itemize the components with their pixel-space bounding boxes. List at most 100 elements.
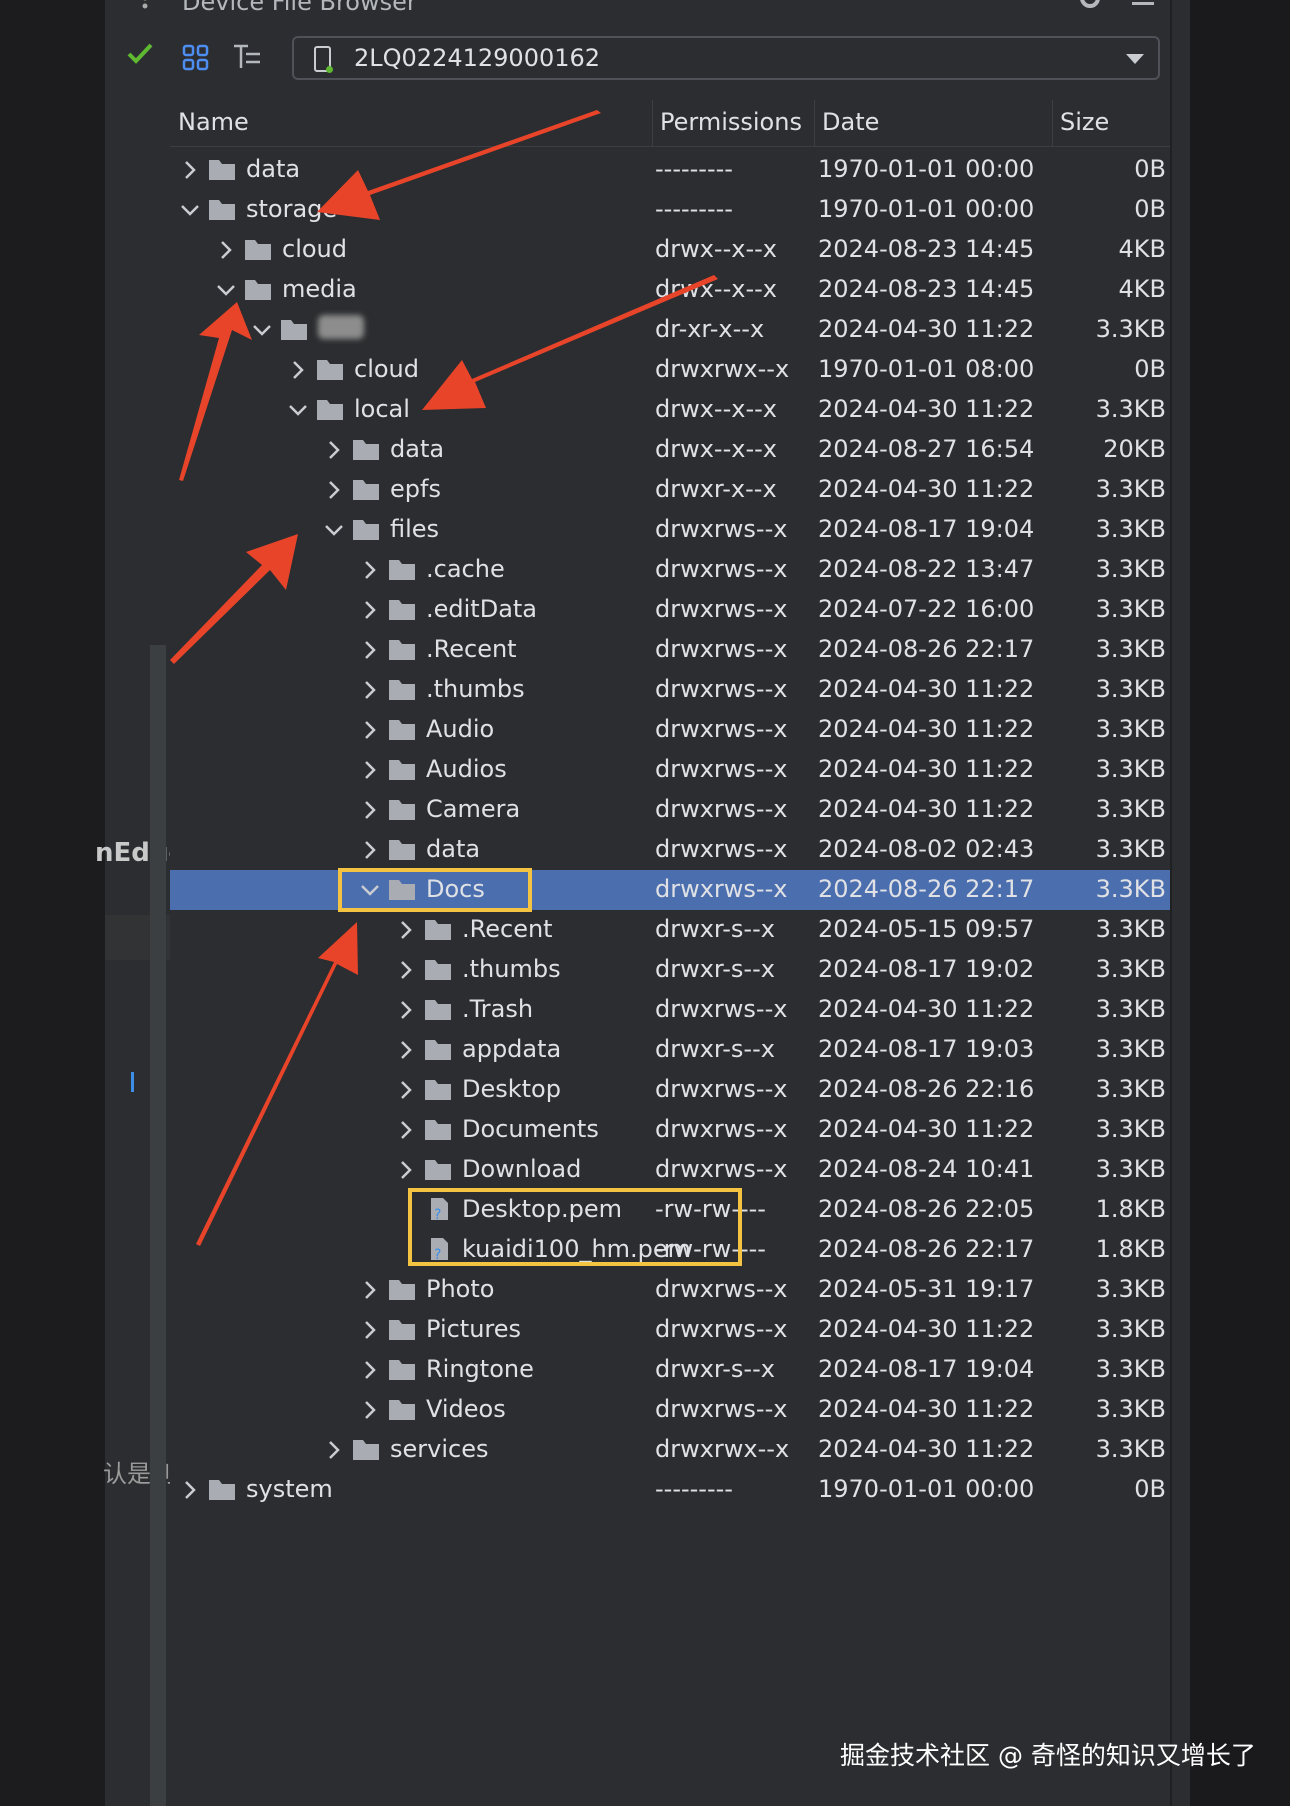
folder-icon (388, 597, 416, 621)
item-date: 2024-04-30 11:22 (818, 1395, 1035, 1423)
chevron-right-icon[interactable] (358, 758, 382, 782)
chevron-right-icon[interactable] (394, 1118, 418, 1142)
column-header-size[interactable]: Size (1060, 108, 1109, 136)
right-tool-strip (1170, 0, 1192, 1806)
chevron-right-icon[interactable] (178, 158, 202, 182)
chevron-right-icon[interactable] (358, 798, 382, 822)
item-name: data (390, 435, 445, 463)
column-divider[interactable] (652, 100, 653, 146)
folder-row[interactable]: Pictures drwxrws--x 2024-04-30 11:22 3.3KB (170, 1310, 1170, 1350)
folder-row[interactable]: media drwx--x--x 2024-08-23 14:45 4KB (170, 270, 1170, 310)
chevron-right-icon[interactable] (286, 358, 310, 382)
chevron-right-icon[interactable] (394, 958, 418, 982)
folder-row[interactable]: appdata drwxr-s--x 2024-08-17 19:03 3.3KB (170, 1030, 1170, 1070)
folder-row[interactable]: Videos drwxrws--x 2024-04-30 11:22 3.3KB (170, 1390, 1170, 1430)
folder-row[interactable]: .cache drwxrws--x 2024-08-22 13:47 3.3KB (170, 550, 1170, 590)
settings-gear-icon[interactable] (1078, 0, 1102, 12)
item-size: 0B (1134, 1475, 1166, 1503)
chevron-right-icon[interactable] (394, 1158, 418, 1182)
folder-row[interactable]: Download drwxrws--x 2024-08-24 10:41 3.3KB (170, 1150, 1170, 1190)
item-name: epfs (390, 475, 441, 503)
folder-row[interactable]: .thumbs drwxrws--x 2024-04-30 11:22 3.3KB (170, 670, 1170, 710)
chevron-down-icon[interactable] (214, 278, 238, 302)
folder-row[interactable]: Documents drwxrws--x 2024-04-30 11:22 3.3KB (170, 1110, 1170, 1150)
watermark: 掘金技术社区 @ 奇怪的知识又增长了 (840, 1741, 1256, 1770)
folder-row[interactable]: .thumbs drwxr-s--x 2024-08-17 19:02 3.3KB (170, 950, 1170, 990)
chevron-right-icon[interactable] (358, 558, 382, 582)
item-permissions: drwxrws--x (655, 1395, 788, 1423)
folder-row[interactable]: Photo drwxrws--x 2024-05-31 19:17 3.3KB (170, 1270, 1170, 1310)
folder-row[interactable]: data drwx--x--x 2024-08-27 16:54 20KB (170, 430, 1170, 470)
column-header-name[interactable]: Name (178, 108, 249, 136)
chevron-right-icon[interactable] (358, 1318, 382, 1342)
item-name: Camera (426, 795, 521, 823)
folder-row[interactable]: cloud drwxrwx--x 1970-01-01 08:00 0B (170, 350, 1170, 390)
folder-row[interactable]: files drwxrws--x 2024-08-17 19:04 3.3KB (170, 510, 1170, 550)
chevron-right-icon[interactable] (178, 1478, 202, 1502)
chevron-right-icon[interactable] (358, 638, 382, 662)
chevron-right-icon[interactable] (322, 478, 346, 502)
folder-row[interactable]: Audio drwxrws--x 2024-04-30 11:22 3.3KB (170, 710, 1170, 750)
folder-row[interactable]: .editData drwxrws--x 2024-07-22 16:00 3.3KB (170, 590, 1170, 630)
folder-icon (388, 757, 416, 781)
chevron-right-icon[interactable] (358, 678, 382, 702)
chevron-right-icon[interactable] (394, 918, 418, 942)
item-date: 2024-07-22 16:00 (818, 595, 1035, 623)
column-divider[interactable] (1052, 100, 1053, 146)
folder-row[interactable]: Camera drwxrws--x 2024-04-30 11:22 3.3KB (170, 790, 1170, 830)
chevron-down-icon[interactable] (322, 518, 346, 542)
chevron-right-icon[interactable] (322, 438, 346, 462)
folder-row[interactable]: .Recent drwxr-s--x 2024-05-15 09:57 3.3KB (170, 910, 1170, 950)
chevron-down-icon[interactable] (250, 318, 274, 342)
chevron-right-icon[interactable] (322, 1438, 346, 1462)
chevron-right-icon[interactable] (358, 598, 382, 622)
folder-row[interactable]: dr-xr-x--x 2024-04-30 11:22 3.3KB (170, 310, 1170, 350)
folder-row[interactable]: cloud drwx--x--x 2024-08-23 14:45 4KB (170, 230, 1170, 270)
chevron-down-icon[interactable] (178, 198, 202, 222)
folder-row[interactable]: services drwxrwx--x 2024-04-30 11:22 3.3KB (170, 1430, 1170, 1470)
chevron-down-icon[interactable] (286, 398, 310, 422)
folder-icon (316, 357, 344, 381)
item-date: 2024-05-15 09:57 (818, 915, 1035, 943)
folder-icon (388, 1397, 416, 1421)
chevron-right-icon[interactable] (358, 1278, 382, 1302)
folder-row[interactable]: Desktop drwxrws--x 2024-08-26 22:16 3.3KB (170, 1070, 1170, 1110)
device-selector[interactable]: 2LQ0224129000162 (292, 36, 1160, 80)
highlight-box-pem-files (408, 1188, 742, 1266)
column-header-date[interactable]: Date (822, 108, 879, 136)
chevron-right-icon[interactable] (394, 1038, 418, 1062)
panel-title: Device File Browser (182, 0, 417, 16)
folder-row[interactable]: data drwxrws--x 2024-08-02 02:43 3.3KB (170, 830, 1170, 870)
folder-row[interactable]: system --------- 1970-01-01 00:00 0B (170, 1470, 1170, 1510)
item-date: 2024-08-23 14:45 (818, 235, 1035, 263)
online-status-dot (326, 66, 333, 73)
strip-scrollbar[interactable] (150, 645, 166, 1806)
folder-row[interactable]: local drwx--x--x 2024-04-30 11:22 3.3KB (170, 390, 1170, 430)
folder-row[interactable]: Ringtone drwxr-s--x 2024-08-17 19:04 3.3KB (170, 1350, 1170, 1390)
folder-row[interactable]: Audios drwxrws--x 2024-04-30 11:22 3.3KB (170, 750, 1170, 790)
folder-row[interactable]: epfs drwxr-x--x 2024-04-30 11:22 3.3KB (170, 470, 1170, 510)
grid-view-icon[interactable] (182, 44, 210, 72)
chevron-right-icon[interactable] (394, 998, 418, 1022)
chevron-right-icon[interactable] (394, 1078, 418, 1102)
folder-row[interactable]: Docs drwxrws--x 2024-08-26 22:17 3.3KB (170, 870, 1170, 910)
chevron-right-icon[interactable] (358, 1358, 382, 1382)
folder-row[interactable]: .Trash drwxrws--x 2024-04-30 11:22 3.3KB (170, 990, 1170, 1030)
folder-row[interactable]: storage --------- 1970-01-01 00:00 0B (170, 190, 1170, 230)
minimize-icon[interactable] (1132, 2, 1154, 5)
chevron-right-icon[interactable] (358, 718, 382, 742)
chevron-right-icon[interactable] (358, 838, 382, 862)
item-size: 1.8KB (1095, 1235, 1166, 1263)
folder-icon (352, 1437, 380, 1461)
column-divider[interactable] (814, 100, 815, 146)
item-date: 2024-04-30 11:22 (818, 755, 1035, 783)
more-vertical-icon[interactable] (141, 0, 149, 14)
chevron-right-icon[interactable] (358, 1398, 382, 1422)
folder-row[interactable]: .Recent drwxrws--x 2024-08-26 22:17 3.3KB (170, 630, 1170, 670)
folder-row[interactable]: data --------- 1970-01-01 00:00 0B (170, 150, 1170, 190)
column-header-permissions[interactable]: Permissions (660, 108, 802, 136)
item-permissions: --------- (655, 155, 733, 183)
item-size: 3.3KB (1095, 315, 1166, 343)
chevron-right-icon[interactable] (214, 238, 238, 262)
tree-view-icon[interactable] (232, 42, 262, 72)
